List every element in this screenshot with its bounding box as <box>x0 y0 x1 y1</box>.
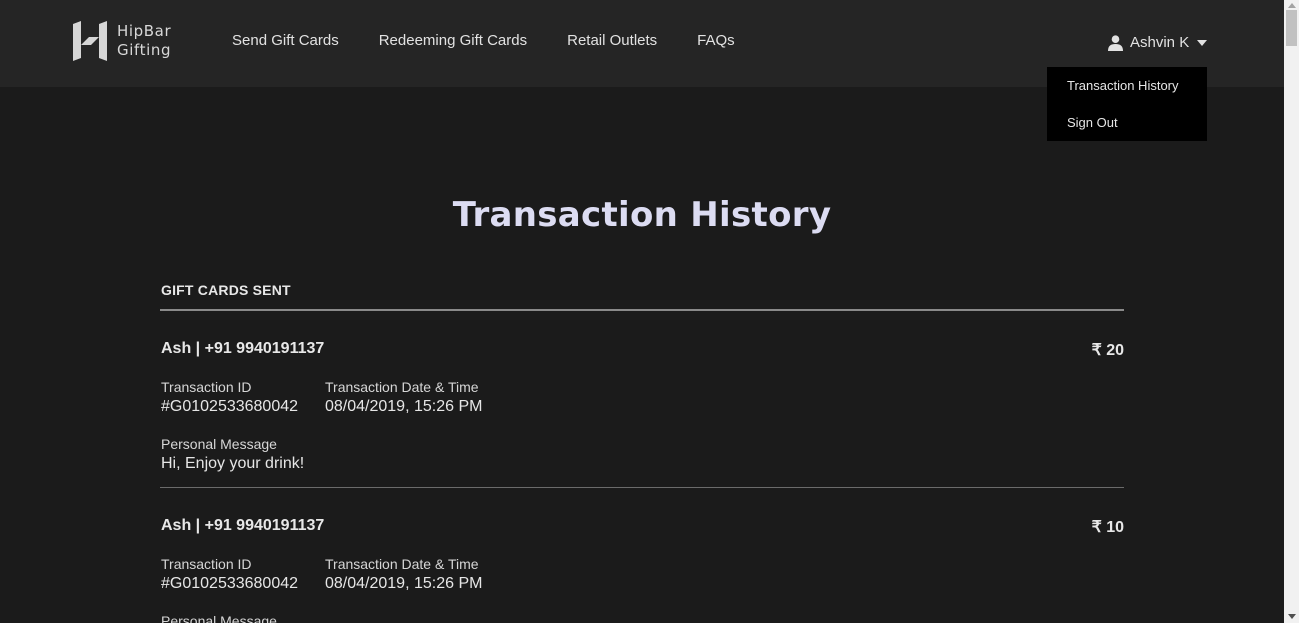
user-icon <box>1108 34 1123 51</box>
transaction-amount: ₹ 10 <box>1091 519 1124 536</box>
nav-retail-outlets[interactable]: Retail Outlets <box>567 32 657 50</box>
user-dropdown-menu: Transaction History Sign Out <box>1047 67 1207 141</box>
logo[interactable]: HipBar Gifting <box>71 21 171 61</box>
page: HipBar Gifting Send Gift Cards Redeeming… <box>0 0 1284 623</box>
nav-faqs[interactable]: FAQs <box>697 32 735 50</box>
logo-line-2: Gifting <box>117 41 172 59</box>
nav-redeeming-gift-cards[interactable]: Redeeming Gift Cards <box>379 32 527 50</box>
page-title: Transaction History <box>452 195 832 235</box>
personal-message-label: Personal Message <box>161 436 277 452</box>
transaction-recipient: Ash | +91 9940191137 <box>161 340 325 357</box>
transaction-date-value: 08/04/2019, 15:26 PM <box>325 398 483 415</box>
transaction-date-label: Transaction Date & Time <box>325 556 479 572</box>
user-menu-toggle[interactable]: Ashvin K <box>1108 34 1208 51</box>
menu-item-sign-out[interactable]: Sign Out <box>1067 115 1118 131</box>
transaction-recipient: Ash | +91 9940191137 <box>161 517 325 534</box>
vertical-scrollbar[interactable] <box>1284 0 1299 623</box>
menu-item-transaction-history[interactable]: Transaction History <box>1067 78 1179 94</box>
scroll-up-icon[interactable] <box>1288 3 1296 8</box>
section-heading-gift-cards-sent: GIFT CARDS SENT <box>161 282 291 298</box>
transaction-date-value: 08/04/2019, 15:26 PM <box>325 575 483 592</box>
transaction-divider <box>160 487 1124 488</box>
user-name: Ashvin K <box>1130 34 1190 51</box>
transaction-id-label: Transaction ID <box>161 556 252 572</box>
transaction-id-value: #G0102533680042 <box>161 575 299 592</box>
personal-message-value: Hi, Enjoy your drink! <box>161 455 305 472</box>
nav-send-gift-cards[interactable]: Send Gift Cards <box>232 32 339 50</box>
logo-line-1: HipBar <box>117 22 172 40</box>
hipbar-logo-icon <box>73 21 107 61</box>
transaction-date-label: Transaction Date & Time <box>325 379 479 395</box>
chevron-down-icon <box>1197 40 1208 46</box>
transaction-id-label: Transaction ID <box>161 379 252 395</box>
transaction-amount: ₹ 20 <box>1091 342 1124 359</box>
scrollbar-thumb[interactable] <box>1286 10 1297 46</box>
scroll-down-icon[interactable] <box>1288 614 1296 619</box>
personal-message-label: Personal Message <box>161 613 277 623</box>
logo-text: HipBar Gifting <box>117 22 171 60</box>
section-divider <box>160 309 1124 311</box>
main-nav: Send Gift Cards Redeeming Gift Cards Ret… <box>232 32 775 50</box>
transaction-id-value: #G0102533680042 <box>161 398 299 415</box>
